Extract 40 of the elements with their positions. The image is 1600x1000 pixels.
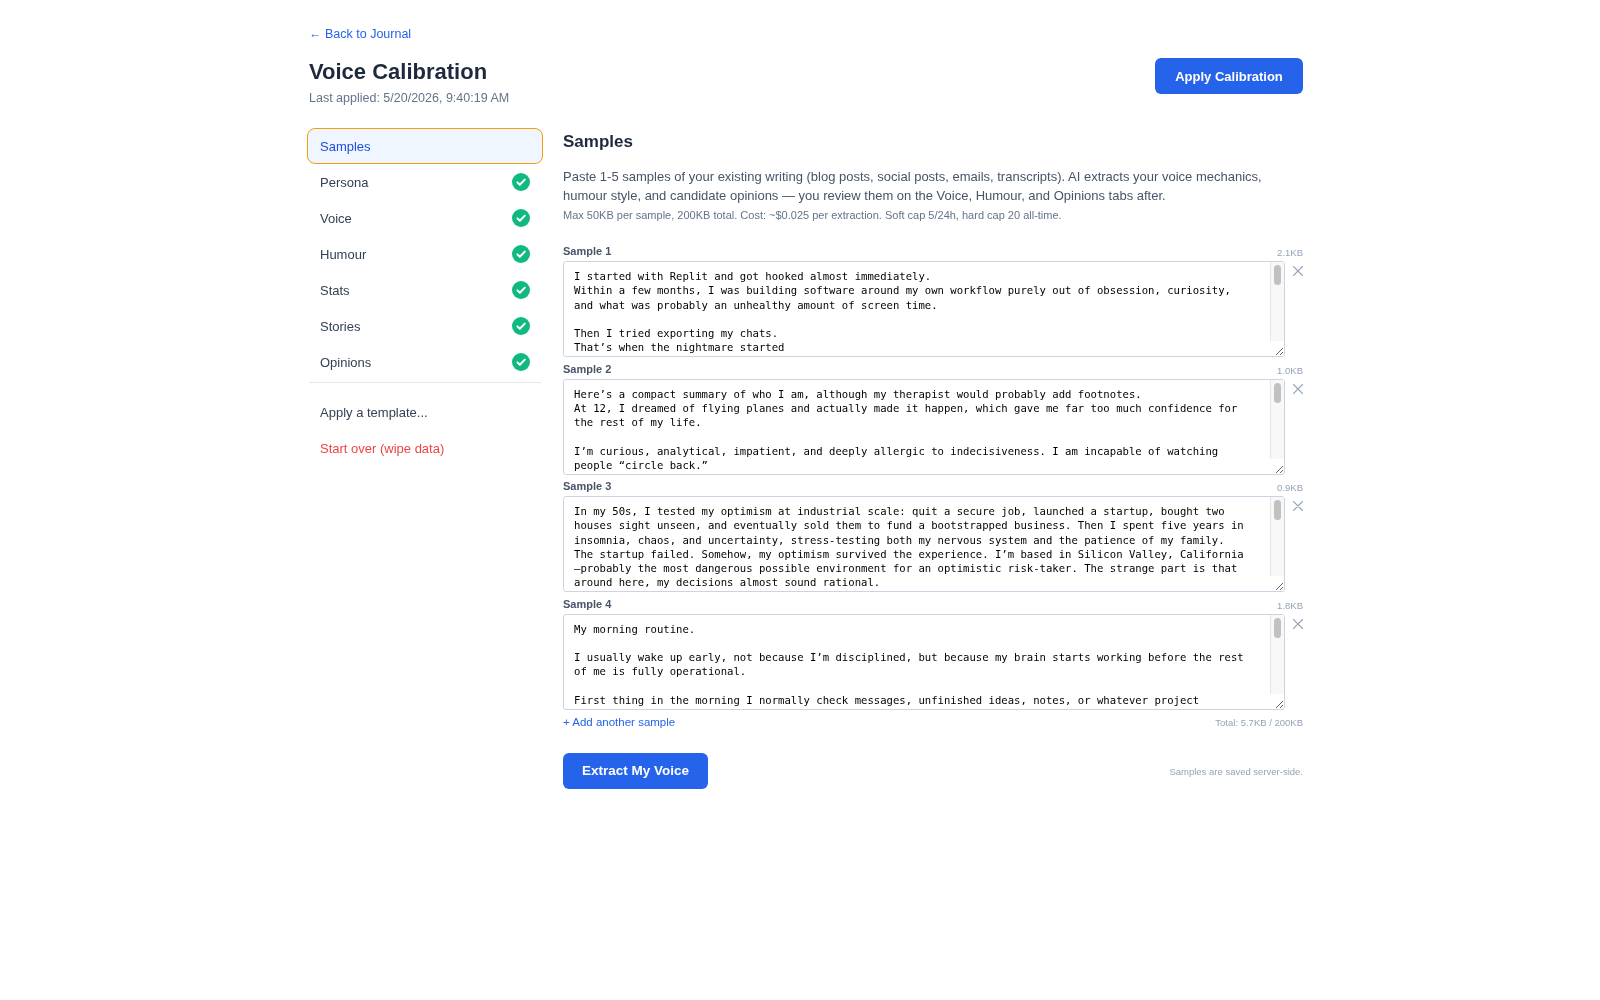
last-applied-text: Last applied: 5/20/2026, 9:40:19 AM [309, 90, 510, 107]
scrollbar[interactable] [1270, 379, 1284, 459]
close-icon[interactable] [1293, 266, 1303, 276]
template-action[interactable]: Apply a template... [307, 394, 543, 430]
sidebar-step[interactable]: Stories [307, 308, 543, 344]
sample-size-text: 1.0KB [1277, 364, 1303, 377]
sample-text-field[interactable]: My morning routine. I usually wake up early, not because I’m disciplined, but because my brain starts working before the rest of me is fully operational. First thing in the morning I normally check messages, unfinished ideas, notes, or whatever project [563, 613, 1285, 710]
sample-label: Sample 4 [563, 596, 612, 611]
sidebar-step[interactable]: Stats [307, 272, 543, 308]
scrollbar[interactable] [1270, 614, 1284, 694]
total-size-text: Total: 5.7KB / 200KB [1215, 716, 1303, 728]
back-link[interactable]: ← Back to Journal [309, 25, 412, 43]
limits-note: Max 50KB per sample, 200KB total. Cost: ~$0.025 per extraction. Soft cap 5/24h, hard cap 20 all-time. [563, 207, 1063, 223]
sample-size-text: 1.8KB [1277, 599, 1303, 612]
scrollbar[interactable] [1270, 497, 1284, 576]
add-sample-link[interactable]: + Add another sample [563, 714, 676, 730]
sample-text-field[interactable]: I started with Replit and got hooked almost immediately. Within a few months, I was building software around my own workflow purely out of obsession, curiosity, and what was probably an unhealthy amount of screen time. Then I tried exporting my chats. That’s when the nightmare started [563, 261, 1285, 357]
sample-text-field[interactable]: In my 50s, I tested my optimism at industrial scale: quit a secure job, launched a startup, bought two houses sight unseen, and eventually sold them to fund a bootstrapped business. Then I spent five years in insomnia, chaos, and uncertainty, stress-testing both my nervous system and the patience of my family. The startup failed. Somehow, my optimism survived the experience. I’m based in Silicon Valley, California —probably the most dangerous possible environment for an optimistic risk-taker. The strange part is that around here, my decisions almost sound rational. [563, 496, 1285, 592]
sidebar-step[interactable]: Samples [307, 128, 543, 164]
section-heading: Samples [563, 131, 634, 153]
close-icon[interactable] [1293, 501, 1303, 511]
sample-label: Sample 2 [563, 361, 612, 376]
sidebar-step[interactable]: Opinions [307, 344, 543, 380]
sample-size-text: 0.9KB [1277, 482, 1303, 494]
page-title: Voice Calibration [309, 58, 489, 86]
sample-label: Sample 1 [563, 244, 612, 258]
saved-note: Samples are saved server-side. [1169, 766, 1303, 777]
close-icon[interactable] [1293, 383, 1303, 394]
scrollbar[interactable] [1270, 262, 1284, 341]
sample-label: Sample 3 [563, 479, 612, 493]
start-over-action[interactable]: Start over (wipe data) [307, 430, 543, 466]
close-icon[interactable] [1293, 618, 1303, 629]
description-text: Paste 1-5 samples of your existing writing (blog posts, social posts, emails, transcripts). AI extracts your voice mechanics, humour style, and candidate opinions — you review them on the Voice, Humour, and Opinions tabs after. [563, 168, 1263, 205]
sidebar-step[interactable]: Voice [307, 200, 543, 236]
sidebar-step[interactable]: Persona [307, 164, 543, 200]
sample-text-field[interactable]: Here’s a compact summary of who I am, although my therapist would probably add footnotes. At 12, I dreamed of flying planes and actually made it happen, which gave me far too much confidence for the rest of my life. I’m curious, analytical, impatient, and deeply allergic to indecisiveness. I am incapable of watching people “circle back.” [563, 378, 1285, 475]
apply-calibration-button[interactable]: Apply Calibration [1155, 58, 1303, 94]
sidebar-step[interactable]: Humour [307, 236, 543, 272]
sample-size-text: 2.1KB [1277, 247, 1303, 259]
extract-voice-button[interactable]: Extract My Voice [563, 752, 708, 789]
